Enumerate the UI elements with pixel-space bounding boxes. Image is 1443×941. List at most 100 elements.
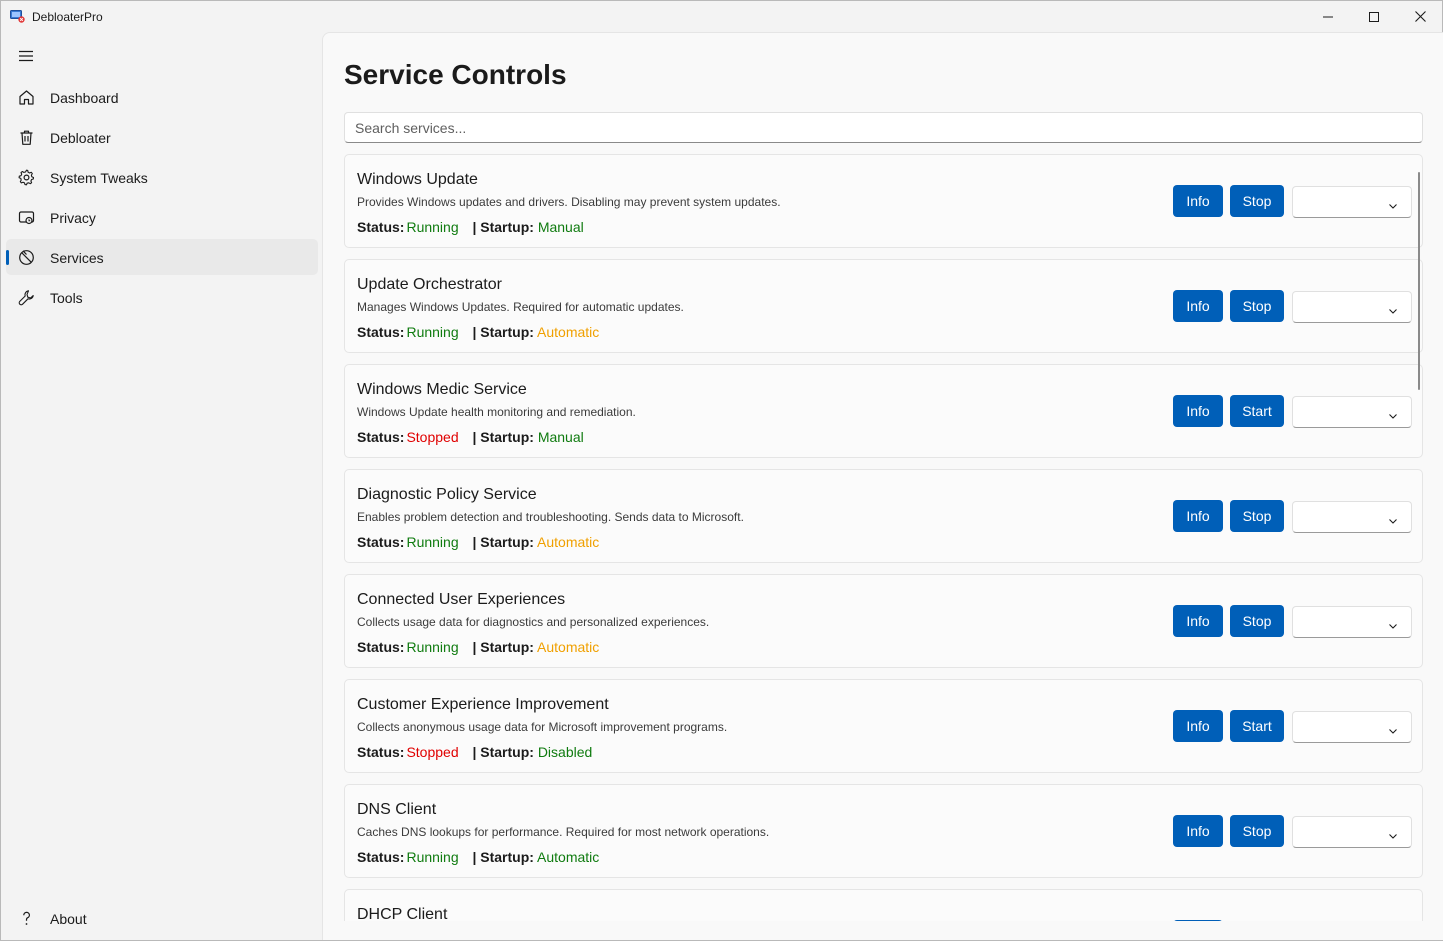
service-list[interactable]: Windows Update Provides Windows updates a…: [344, 154, 1423, 921]
sidebar-item-label: Tools: [50, 290, 83, 306]
help-icon: [17, 909, 35, 927]
chevron-down-icon: [1388, 618, 1398, 629]
close-icon: [1414, 11, 1426, 22]
startup-type-select[interactable]: [1292, 816, 1412, 848]
scrollbar-thumb[interactable]: [1418, 172, 1420, 390]
info-button[interactable]: Info: [1173, 500, 1223, 532]
chevron-down-icon: [1388, 198, 1398, 209]
sidebar-item-services[interactable]: Services: [6, 239, 318, 275]
service-name: DNS Client: [357, 801, 437, 818]
sidebar-item-system-tweaks[interactable]: System Tweaks: [6, 159, 318, 195]
service-description: Provides Windows updates and drivers. Di…: [357, 195, 781, 209]
sidebar-item-about[interactable]: About: [6, 900, 318, 936]
info-button[interactable]: Info: [1173, 395, 1223, 427]
service-card: Windows Update Provides Windows updates a…: [344, 154, 1423, 248]
services-icon: [17, 248, 35, 266]
chevron-down-icon: [1388, 828, 1398, 839]
status-value: Running: [406, 324, 459, 340]
info-button[interactable]: Info: [1173, 815, 1223, 847]
service-status-line: Status: Running | Startup: Automatic: [357, 324, 599, 340]
wrench-icon: [17, 288, 35, 306]
status-value: Running: [406, 849, 459, 865]
startup-type-select[interactable]: [1292, 396, 1412, 428]
startup-value: Automatic: [537, 849, 600, 865]
maximize-button[interactable]: [1351, 1, 1397, 32]
stop-service-button[interactable]: Stop: [1230, 605, 1284, 637]
service-description: Collects anonymous usage data for Micros…: [357, 720, 728, 734]
close-button[interactable]: [1397, 1, 1443, 32]
service-name: Diagnostic Policy Service: [357, 486, 537, 503]
startup-value: Disabled: [537, 744, 593, 760]
service-name: Connected User Experiences: [357, 591, 566, 608]
service-name: Update Orchestrator: [357, 276, 502, 293]
service-status-line: Status: Stopped | Startup: Disabled: [357, 744, 592, 760]
sidebar-item-label: Debloater: [50, 130, 111, 146]
startup-label: | Startup:: [472, 849, 534, 865]
startup-label: | Startup:: [472, 429, 534, 445]
menu-toggle-button[interactable]: [10, 42, 42, 70]
status-label: Status:: [357, 534, 405, 550]
chevron-down-icon: [1388, 723, 1398, 734]
service-description: Collects usage data for diagnostics and …: [357, 615, 710, 629]
startup-value: Automatic: [537, 324, 600, 340]
startup-label: | Startup:: [472, 639, 534, 655]
info-button[interactable]: Info: [1173, 290, 1223, 322]
stop-service-button[interactable]: Stop: [1230, 185, 1284, 217]
info-button[interactable]: Info: [1173, 710, 1223, 742]
startup-type-select[interactable]: [1292, 186, 1412, 218]
startup-label: | Startup:: [472, 534, 534, 550]
stop-service-button[interactable]: Stop: [1230, 290, 1284, 322]
info-button[interactable]: Info: [1173, 920, 1223, 921]
stop-service-button[interactable]: Stop: [1230, 500, 1284, 532]
service-description: Enables problem detection and troublesho…: [357, 510, 744, 524]
app-window: DebloaterPro Dashboard Debloater System …: [0, 0, 1443, 941]
status-value: Stopped: [406, 429, 459, 445]
chevron-down-icon: [1388, 408, 1398, 419]
app-logo-icon: [10, 9, 25, 23]
startup-type-select[interactable]: [1292, 291, 1412, 323]
status-label: Status:: [357, 429, 405, 445]
startup-value: Manual: [537, 219, 584, 235]
info-button[interactable]: Info: [1173, 605, 1223, 637]
sidebar-item-privacy[interactable]: Privacy: [6, 199, 318, 235]
status-label: Status:: [357, 744, 405, 760]
sidebar: Dashboard Debloater System Tweaks Privac…: [1, 32, 322, 940]
gear-icon: [17, 168, 35, 186]
page-title: Service Controls: [344, 59, 567, 90]
sidebar-item-label: System Tweaks: [50, 170, 148, 186]
service-status-line: Status: Stopped | Startup: Manual: [357, 429, 584, 445]
startup-label: | Startup:: [472, 324, 534, 340]
chevron-down-icon: [1388, 513, 1398, 524]
sidebar-item-debloater[interactable]: Debloater: [6, 119, 318, 155]
search-input[interactable]: [344, 112, 1423, 143]
startup-type-select[interactable]: [1292, 606, 1412, 638]
start-service-button[interactable]: Start: [1230, 395, 1284, 427]
startup-type-select[interactable]: [1292, 711, 1412, 743]
service-status-line: Status: Running | Startup: Manual: [357, 219, 584, 235]
status-value: Running: [406, 534, 459, 550]
sidebar-item-tools[interactable]: Tools: [6, 279, 318, 315]
status-label: Status:: [357, 849, 405, 865]
sidebar-item-dashboard[interactable]: Dashboard: [6, 79, 318, 115]
stop-service-button[interactable]: Stop: [1230, 815, 1284, 847]
service-description: Caches DNS lookups for performance. Requ…: [357, 825, 770, 839]
start-service-button[interactable]: Start: [1230, 710, 1284, 742]
status-value: Stopped: [406, 744, 459, 760]
info-button[interactable]: Info: [1173, 185, 1223, 217]
startup-type-select[interactable]: [1292, 501, 1412, 533]
shield-lock-icon: [17, 208, 35, 226]
service-description: Windows Update health monitoring and rem…: [357, 405, 636, 419]
service-card: Connected User Experiences Collects usage…: [344, 574, 1423, 668]
trash-icon: [17, 128, 35, 146]
sidebar-item-label: Services: [50, 250, 104, 266]
main-content: Service Controls Windows Update Provides …: [322, 32, 1443, 940]
status-value: Running: [406, 639, 459, 655]
startup-value: Automatic: [537, 639, 600, 655]
service-status-line: Status: Running | Startup: Automatic: [357, 849, 599, 865]
service-name: Windows Medic Service: [357, 381, 527, 398]
minimize-button[interactable]: [1305, 1, 1351, 32]
service-description: Manages Windows Updates. Required for au…: [357, 300, 684, 314]
service-name: DHCP Client: [357, 906, 448, 921]
service-card: DHCP Client Info: [344, 889, 1423, 921]
status-label: Status:: [357, 324, 405, 340]
